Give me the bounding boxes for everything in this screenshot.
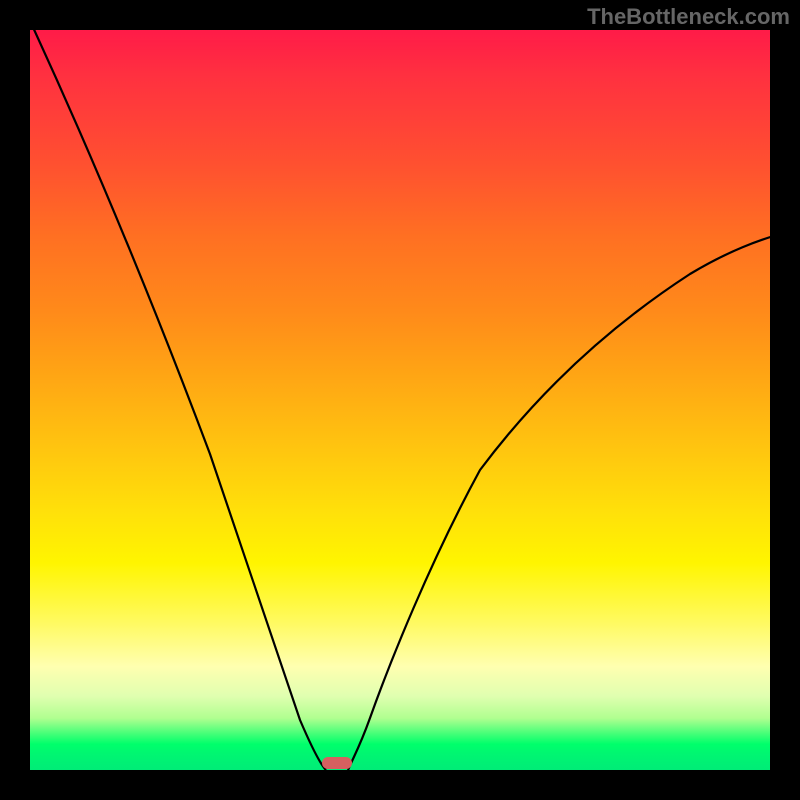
- attribution-text: TheBottleneck.com: [587, 4, 790, 30]
- plot-area: [30, 30, 770, 770]
- curve-left-branch: [30, 30, 326, 770]
- optimal-marker: [322, 757, 352, 769]
- bottleneck-curve: [30, 30, 770, 770]
- curve-right-branch: [348, 234, 770, 770]
